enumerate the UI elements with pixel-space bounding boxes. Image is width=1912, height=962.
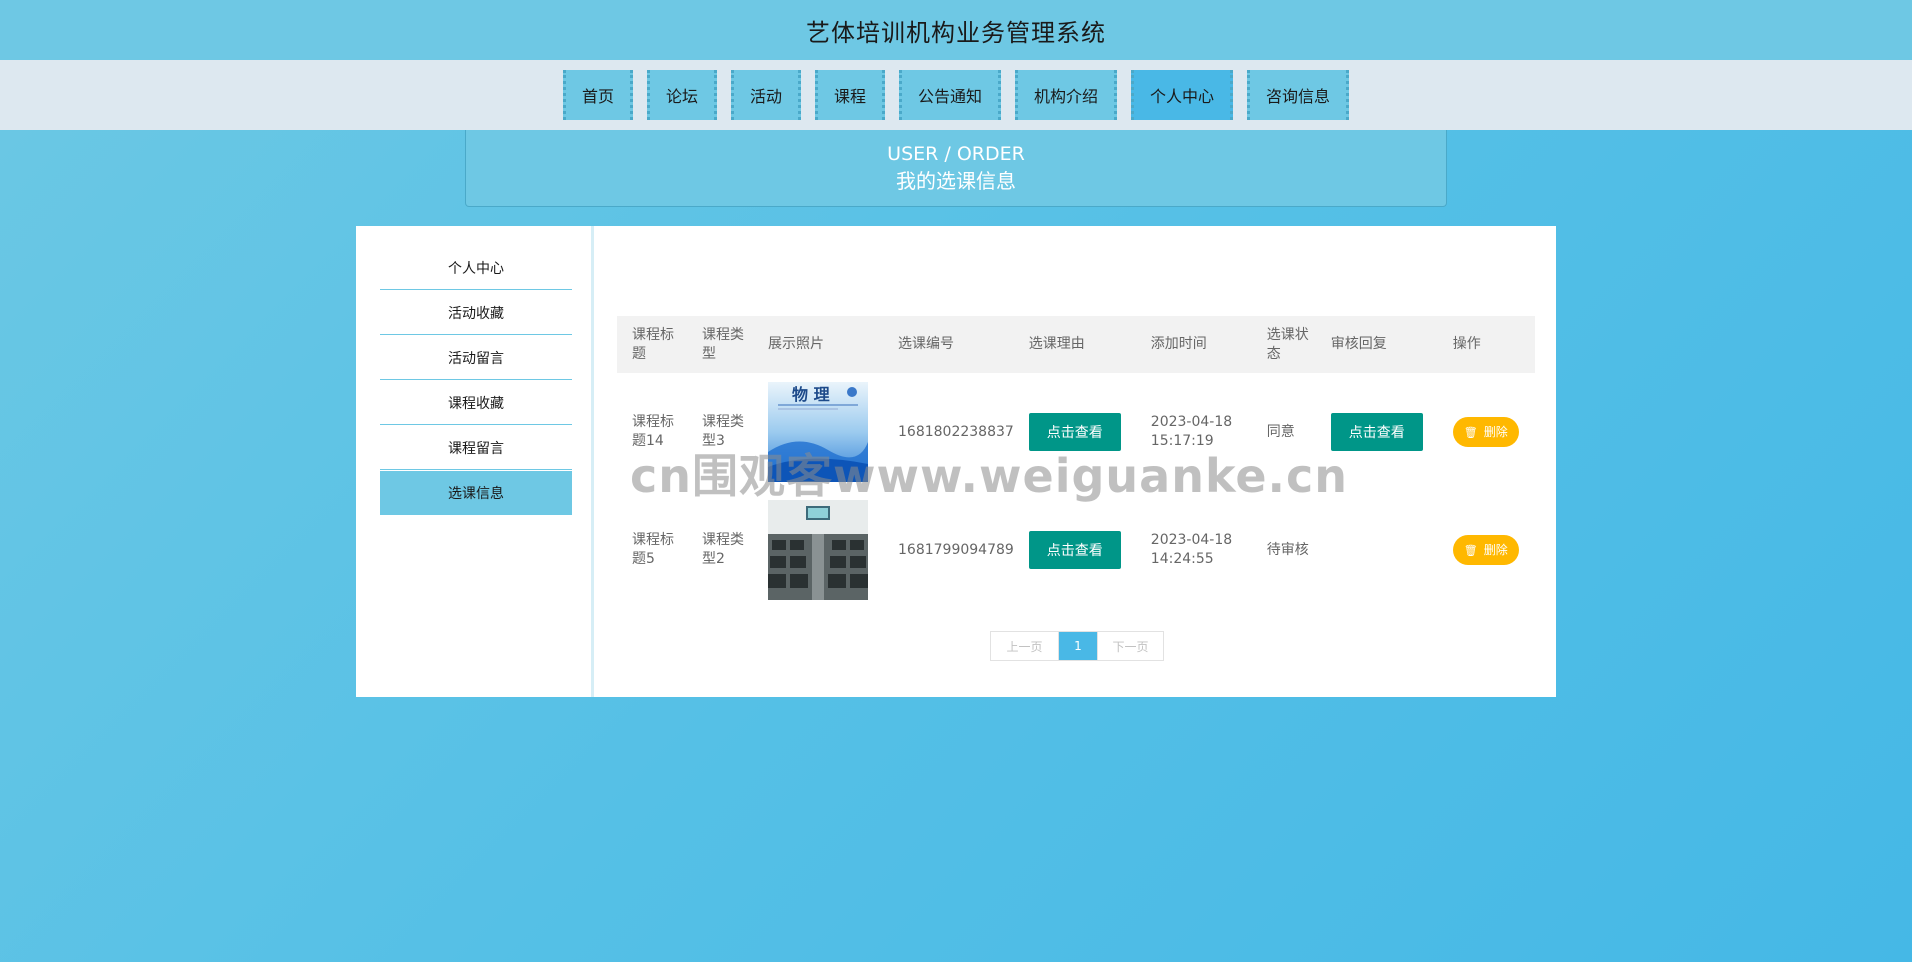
trash-icon: 🗑: [1463, 425, 1478, 439]
svg-text:物 理: 物 理: [792, 385, 830, 404]
sidebar-item-activity-comments[interactable]: 活动留言: [380, 336, 572, 380]
col-status: 选课状态: [1266, 326, 1309, 362]
page-banner: USER / ORDER 我的选课信息: [465, 130, 1447, 207]
view-reason-button[interactable]: 点击查看: [1028, 531, 1121, 569]
nav-user-center[interactable]: 个人中心: [1131, 70, 1234, 120]
cell-status: 待审核: [1266, 541, 1309, 558]
banner-subtitle: USER / ORDER: [887, 143, 1025, 165]
cell-reason: 点击查看: [1014, 491, 1136, 609]
cell-photo: [753, 491, 883, 609]
sidebar-item-course-favorites[interactable]: 课程收藏: [380, 381, 572, 425]
nav-home[interactable]: 首页: [562, 70, 633, 120]
nav-notice[interactable]: 公告通知: [899, 70, 1002, 120]
cell-course-type: 课程类型2: [702, 532, 744, 567]
cell-added-time: 2023-04-18 14:24:55: [1150, 532, 1233, 567]
sidebar-item-course-comments[interactable]: 课程留言: [380, 426, 572, 470]
current-page[interactable]: 1: [1059, 632, 1097, 660]
user-sidebar: 个人中心 活动收藏 活动留言 课程收藏 课程留言 选课信息: [356, 226, 594, 697]
trash-icon: 🗑: [1463, 543, 1478, 557]
nav-consult[interactable]: 咨询信息: [1247, 70, 1350, 120]
col-course-type: 课程类型: [702, 326, 744, 362]
pagination: 上一页 1 下一页: [990, 631, 1164, 661]
site-title: 艺体培训机构业务管理系统: [806, 18, 1106, 47]
table-row: 课程标题5 课程类型2 1681799094789 点击查看 2023-04-1…: [617, 491, 1535, 609]
cell-actions: 🗑 删除: [1438, 491, 1535, 609]
top-header: 艺体培训机构业务管理系统: [0, 0, 1912, 60]
nav-about[interactable]: 机构介绍: [1015, 70, 1118, 120]
nav-course[interactable]: 课程: [814, 70, 885, 120]
delete-button[interactable]: 🗑 删除: [1452, 417, 1519, 447]
nav-activity[interactable]: 活动: [730, 70, 801, 120]
col-actions: 操作: [1452, 336, 1481, 352]
page-title: 我的选课信息: [896, 169, 1016, 193]
sidebar-item-user-center[interactable]: 个人中心: [380, 246, 572, 290]
cell-course-title: 课程标题5: [632, 532, 674, 567]
cell-actions: 🗑 删除: [1438, 373, 1535, 491]
col-review-reply: 审核回复: [1330, 336, 1387, 352]
col-added-time: 添加时间: [1150, 336, 1207, 352]
col-selection-no: 选课编号: [898, 336, 954, 352]
delete-label: 删除: [1483, 424, 1508, 439]
table-header-row: 课程标题 课程类型 展示照片 选课编号 选课理由 添加时间 选课状态 审核回复 …: [617, 316, 1535, 373]
prev-page-button[interactable]: 上一页: [991, 632, 1059, 660]
nav-forum[interactable]: 论坛: [646, 70, 717, 120]
col-photo: 展示照片: [768, 336, 824, 352]
cell-review-reply: [1316, 491, 1438, 609]
col-reason: 选课理由: [1028, 336, 1085, 352]
main-nav: 首页 论坛 活动 课程 公告通知 机构介绍 个人中心 咨询信息: [0, 60, 1912, 130]
computer-classroom-image[interactable]: [768, 500, 868, 600]
delete-label: 删除: [1483, 542, 1508, 557]
sidebar-item-activity-favorites[interactable]: 活动收藏: [380, 291, 572, 335]
col-course-title: 课程标题: [632, 326, 674, 362]
watermark: cn围观客www.weiguanke.cn: [630, 449, 1349, 503]
next-page-button[interactable]: 下一页: [1097, 632, 1163, 660]
cell-selection-no: 1681799094789: [898, 541, 1014, 558]
delete-button[interactable]: 🗑 删除: [1452, 535, 1519, 565]
sidebar-item-course-selection[interactable]: 选课信息: [380, 471, 572, 515]
